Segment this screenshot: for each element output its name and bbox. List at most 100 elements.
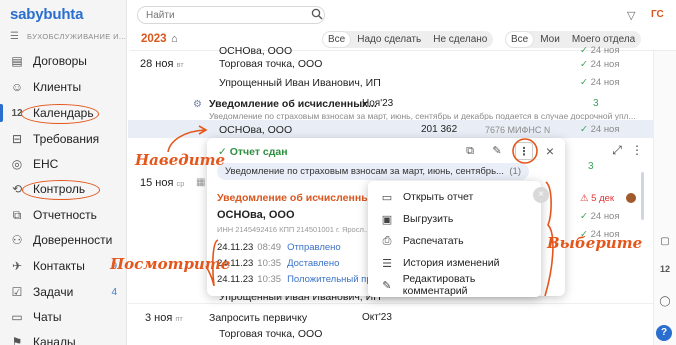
sidebar-item-requirements[interactable]: ⊟ Требования xyxy=(0,128,127,150)
sidebar-item-power-of-attorney[interactable]: ⚇ Доверенности xyxy=(0,229,127,251)
event-row: 24.11.23 10:35 Доставлено xyxy=(217,258,340,269)
group-title[interactable]: Уведомление об исчисленных... xyxy=(209,98,377,110)
menu-close-icon[interactable]: × xyxy=(533,187,549,203)
sidebar-item-label: Отчетность xyxy=(33,208,97,222)
filter-todo[interactable]: Надо сделать xyxy=(351,31,427,48)
row-org[interactable]: ОСНОва, ООО xyxy=(219,45,292,57)
group-period: Ноя'23 xyxy=(362,98,394,109)
event-status[interactable]: Доставлено xyxy=(287,258,339,269)
reports-icon: ⧉ xyxy=(12,207,22,222)
calendar-rail-icon[interactable]: 12 xyxy=(658,264,672,274)
card-title[interactable]: Уведомление об исчисленных xyxy=(217,192,367,204)
menu-icon[interactable]: ☰ xyxy=(10,31,19,42)
close-icon[interactable]: × xyxy=(541,142,559,160)
group-icon: ⚙ xyxy=(193,99,202,110)
history-icon: ☰ xyxy=(382,257,392,270)
sidebar-item-label: Требования xyxy=(33,132,100,146)
done-check: ✓ 24 ноя xyxy=(580,45,620,56)
card-inn: ИНН 2145492416 КПП 214501001 г. Яросл... xyxy=(217,225,367,234)
more-actions-button[interactable]: ⋮ xyxy=(515,142,533,160)
upload-icon: ▣ xyxy=(381,213,393,226)
calendar-small-icon: ▦ xyxy=(196,177,206,188)
card-description[interactable]: Уведомление по страховым взносам за март… xyxy=(217,163,529,180)
chat-icon[interactable]: ◯ xyxy=(658,296,672,307)
task-title[interactable]: Запросить первичку xyxy=(209,312,307,324)
row-ifns: 7676 МИФНС №... xyxy=(485,125,550,135)
selected-row[interactable] xyxy=(128,120,653,138)
highlight-ring-control xyxy=(22,180,100,200)
sidebar-item-contracts[interactable]: ▤ Договоры xyxy=(0,50,127,72)
date-label: 28 ноя вт xyxy=(140,58,184,70)
more-icon[interactable]: ⋮ xyxy=(630,143,644,157)
menu-item-history[interactable]: ☰ История изменений xyxy=(368,252,541,274)
done-check: ✓ 24 ноя xyxy=(580,77,620,88)
edit-icon[interactable]: ✎ xyxy=(488,142,506,160)
year-selector[interactable]: 2023 xyxy=(141,33,167,45)
task-period: Окт'23 xyxy=(362,312,392,323)
sidebar-item-ens[interactable]: ◎ ЕНС xyxy=(0,153,127,175)
open-report-icon: ▭ xyxy=(381,191,393,204)
ens-icon: ◎ xyxy=(11,157,23,171)
description-count: (1) xyxy=(505,163,521,180)
sidebar-item-chats[interactable]: ▭ Чаты xyxy=(0,306,127,328)
card-org[interactable]: ОСНОва, ООО xyxy=(217,209,295,221)
copy-icon[interactable]: ⧉ xyxy=(461,142,479,160)
sidebar-item-reports[interactable]: ⧉ Отчетность xyxy=(0,204,127,226)
row-org[interactable]: Торговая точка, ООО xyxy=(219,328,322,340)
row-org[interactable]: ОСНОва, ООО xyxy=(219,124,292,136)
group-count: 3 xyxy=(593,98,599,109)
user-avatar[interactable]: ГС xyxy=(651,9,664,20)
divider xyxy=(128,303,653,304)
avatar xyxy=(626,193,636,203)
event-status[interactable]: Отправлено xyxy=(287,242,341,253)
sidebar-item-clients[interactable]: ☺ Клиенты xyxy=(0,76,127,98)
done-check: ✓ 24 ноя xyxy=(580,211,620,222)
contacts-icon: ✈ xyxy=(11,259,23,273)
owner-filter: Все Мои Моего отдела xyxy=(505,31,642,48)
help-icon[interactable]: ? xyxy=(656,325,672,341)
sidebar-item-label: Контакты xyxy=(33,259,85,273)
search-input[interactable] xyxy=(137,6,325,24)
annotation-view: Посмотрите xyxy=(110,255,231,273)
annotation-hover: Наведите xyxy=(135,151,226,169)
row-sum: 201 362 xyxy=(421,124,458,135)
filter-not-done[interactable]: Не сделано xyxy=(427,31,493,48)
row-org[interactable]: Торговая точка, ООО xyxy=(219,58,322,70)
sidebar-item-tasks[interactable]: ☑ Задачи 4 xyxy=(0,281,127,303)
tasks-icon: ☑ xyxy=(11,285,23,299)
description-text: Уведомление по страховым взносам за март… xyxy=(225,166,504,177)
filter-all[interactable]: Все xyxy=(322,31,352,48)
event-row: 24.11.23 08:49 Отправлено xyxy=(217,242,341,253)
home-icon[interactable]: ⌂ xyxy=(171,33,178,45)
menu-item-edit-comment[interactable]: ✎ Редактировать комментарий xyxy=(368,273,541,297)
scrollbar[interactable] xyxy=(641,172,644,220)
menu-item-print[interactable]: ⎙ Распечатать xyxy=(368,230,541,252)
done-check: ✓ 24 ноя xyxy=(580,124,620,135)
app-logo[interactable]: sabybuhta xyxy=(10,6,83,23)
search-icon[interactable] xyxy=(311,8,323,20)
sidebar-item-channels[interactable]: ⚑ Каналы xyxy=(0,331,127,345)
filter-owner-all[interactable]: Все xyxy=(505,31,535,48)
sidebar-item-label: Каналы xyxy=(33,335,76,345)
actions-menu: ▭ Открыть отчет ▣ Выгрузить ⎙ Распечатать ☰… xyxy=(368,181,541,297)
status-filter: Все Надо сделать Не сделано xyxy=(322,31,494,48)
filter-icon[interactable]: ▽ xyxy=(627,9,635,22)
menu-item-upload[interactable]: ▣ Выгрузить xyxy=(368,208,541,230)
clients-icon: ☺ xyxy=(10,80,24,94)
notes-icon[interactable]: ▢ xyxy=(658,236,672,247)
row-org[interactable]: Упрощенный Иван Иванович, ИП xyxy=(219,77,381,89)
status-label: ✓ Отчет сдан xyxy=(218,146,288,158)
tasks-badge: 4 xyxy=(111,286,117,298)
contract-icon: ▤ xyxy=(11,54,23,68)
power-of-attorney-icon: ⚇ xyxy=(11,233,23,247)
filter-mine[interactable]: Мои xyxy=(534,31,566,48)
event-row: 24.11.23 10:35 Положительный прот... xyxy=(217,274,388,285)
menu-item-open-report[interactable]: ▭ Открыть отчет xyxy=(368,186,541,208)
channels-icon: ⚑ xyxy=(11,335,23,345)
sidebar-item-label: Задачи xyxy=(33,285,74,299)
deadline-badge: ⚠ 5 дек xyxy=(580,193,615,204)
sidebar-item-contacts[interactable]: ✈ Контакты 9 xyxy=(0,255,127,277)
open-external-icon[interactable]: ⤢ xyxy=(610,143,624,158)
done-check: ✓ 24 ноя xyxy=(580,59,620,70)
org-switcher[interactable]: ☰ БУХОБСЛУЖИВАНИЕ И... xyxy=(10,31,126,42)
